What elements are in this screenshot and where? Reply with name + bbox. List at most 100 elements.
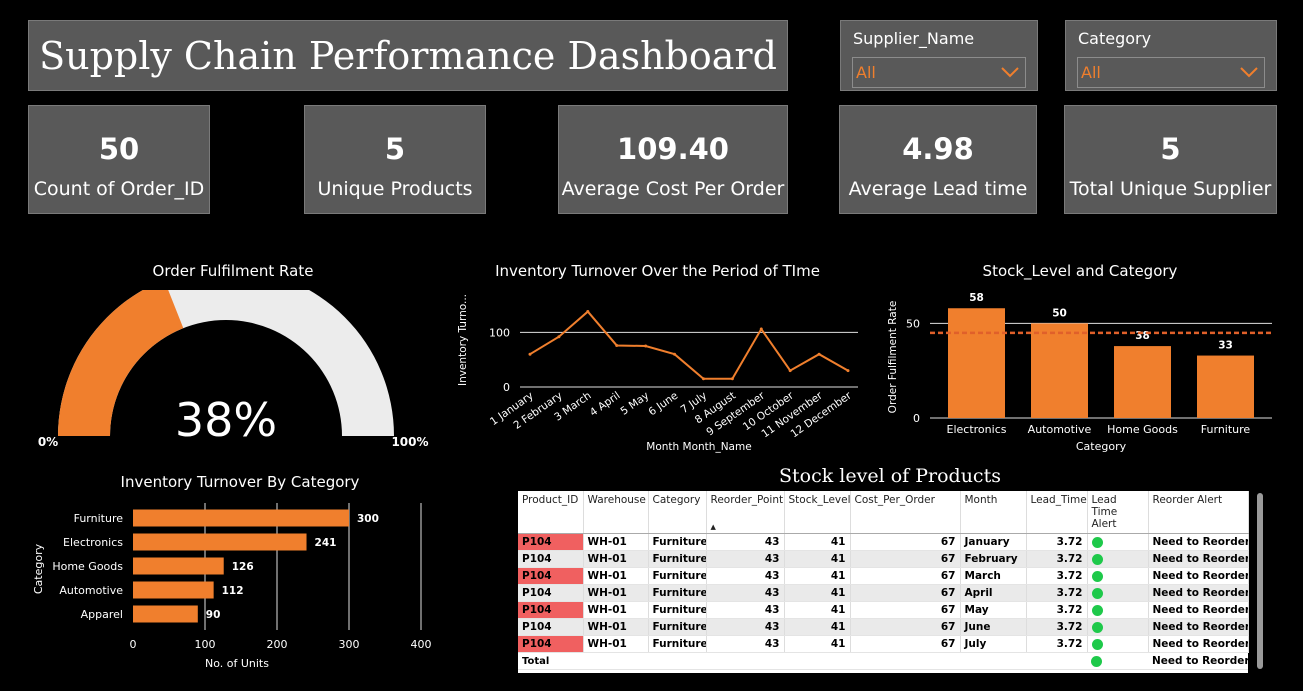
scrollbar-thumb[interactable]: [1257, 493, 1263, 669]
table-scrollbar[interactable]: [1256, 491, 1264, 671]
y-tick-label: 0: [503, 381, 510, 394]
category-dropdown[interactable]: All: [1077, 57, 1265, 88]
column-header[interactable]: Category: [648, 491, 707, 534]
column-header[interactable]: Warehouse: [583, 491, 649, 534]
kpi-value: 109.40: [617, 132, 729, 166]
table-cell: 41: [784, 567, 851, 585]
column-header[interactable]: Product_ID: [518, 491, 584, 534]
table-row[interactable]: P104 WH-01 Furniture 43 41 67 March 3.72 Need to…: [518, 567, 1249, 585]
table-title: Stock level of Products: [779, 465, 1001, 487]
column-header[interactable]: Reorder Alert: [1148, 491, 1249, 534]
table-cell: 3.72: [1026, 618, 1088, 636]
table-cell: [1087, 567, 1149, 585]
data-point: [730, 377, 734, 381]
table-cell: WH-01: [583, 584, 649, 602]
y-tick-label: Automotive: [59, 584, 123, 597]
table-cell: 43: [706, 635, 785, 653]
supplier-name-slicer: Supplier_Name All: [840, 20, 1038, 91]
inventory-by-category-bar-chart: 0 100 200 300 400 300 Furniture 241 Electronics 1…: [32, 503, 432, 670]
total-reorder-alert: Need to Reorder: [1148, 652, 1248, 670]
chevron-down-icon: [1240, 67, 1258, 78]
bar: [1114, 346, 1171, 418]
x-tick-label: Electronics: [947, 423, 1007, 436]
y-tick-label: Home Goods: [52, 560, 123, 573]
table-row[interactable]: P104 WH-01 Furniture 43 41 67 July 3.72 Need to …: [518, 635, 1249, 653]
table-cell: Furniture: [648, 533, 707, 551]
column-header[interactable]: Reorder_Point ▲: [706, 491, 785, 534]
x-tick-label: Furniture: [1201, 423, 1251, 436]
x-axis-label: Category: [1076, 440, 1127, 453]
kpi-value: 5: [1160, 132, 1181, 166]
supplier-name-dropdown[interactable]: All: [852, 57, 1026, 88]
table-cell: 43: [706, 618, 785, 636]
sort-ascending-icon[interactable]: ▲: [711, 523, 716, 531]
table-row[interactable]: P104 WH-01 Furniture 43 41 67 January 3.72 Need …: [518, 533, 1249, 551]
x-tick-label: 400: [411, 638, 432, 651]
bar: [1197, 355, 1254, 418]
y-tick-label: Apparel: [81, 608, 123, 621]
column-header[interactable]: Month: [960, 491, 1027, 534]
table-cell: Furniture: [648, 601, 707, 619]
stock-level-table: Product_ID Warehouse Category Reorder_Point…: [518, 491, 1249, 670]
data-point: [557, 335, 561, 339]
table-cell: [1087, 618, 1149, 636]
table-cell: 67: [850, 635, 961, 653]
column-header[interactable]: Lead_Time: [1026, 491, 1088, 534]
gauge-value: 38%: [175, 393, 277, 447]
kpi-label: Count of Order_ID: [33, 178, 205, 200]
table-header-row: Product_ID Warehouse Category Reorder_Point…: [518, 491, 1249, 534]
table-cell: May: [960, 601, 1027, 619]
stock-level-bar-chart: 05058Electronics50Automotive38Home Goods…: [887, 292, 1272, 453]
kpi-value: 50: [98, 132, 140, 166]
inventory-turnover-line-chart: 01001 January2 February3 March4 April5 M…: [457, 294, 858, 453]
category-slicer: Category All: [1065, 20, 1277, 91]
table-row[interactable]: P104 WH-01 Furniture 43 41 67 June 3.72 Need to …: [518, 618, 1249, 636]
table-total-row: Total Need to Reorder: [518, 652, 1248, 670]
column-header[interactable]: Cost_Per_Order: [850, 491, 961, 534]
table-cell: P104: [518, 618, 584, 636]
data-point: [615, 343, 619, 347]
table-cell: Furniture: [648, 567, 707, 585]
table-cell: Furniture: [648, 550, 707, 568]
table-row[interactable]: P104 WH-01 Furniture 43 41 67 April 3.72 Need to…: [518, 584, 1249, 602]
data-label: 126: [232, 561, 254, 573]
table-cell: P104: [518, 584, 584, 602]
table-cell: Need to Reorder: [1148, 601, 1249, 619]
table-cell: P104: [518, 601, 584, 619]
table-cell: 41: [784, 635, 851, 653]
table-cell: P104: [518, 550, 584, 568]
y-tick-label: 100: [489, 326, 510, 339]
y-tick-label: 0: [913, 412, 920, 425]
kpi-label: Average Cost Per Order: [561, 178, 785, 200]
data-point: [788, 369, 792, 373]
column-header[interactable]: Lead Time Alert: [1087, 491, 1149, 534]
dashboard-title-box: Supply Chain Performance Dashboard: [28, 20, 788, 91]
table-cell: 3.72: [1026, 533, 1088, 551]
table-cell: January: [960, 533, 1027, 551]
table-row[interactable]: P104 WH-01 Furniture 43 41 67 February 3.72 Need…: [518, 550, 1249, 568]
data-label: 300: [357, 513, 379, 525]
total-label: Total: [518, 652, 583, 670]
table-cell: 41: [784, 584, 851, 602]
table-cell: 43: [706, 550, 785, 568]
table-row[interactable]: P104 WH-01 Furniture 43 41 67 May 3.72 Need to R…: [518, 601, 1249, 619]
status-ok-icon: [1091, 621, 1103, 633]
table-cell: Need to Reorder: [1148, 567, 1249, 585]
x-tick-label: 0: [130, 638, 137, 651]
column-header[interactable]: Stock_Level: [784, 491, 851, 534]
table-cell: 67: [850, 567, 961, 585]
table-cell: 43: [706, 533, 785, 551]
category-value: All: [1081, 63, 1101, 82]
table-cell: 41: [784, 533, 851, 551]
x-tick-label: Home Goods: [1107, 423, 1178, 436]
data-point: [759, 327, 763, 331]
data-point: [644, 344, 648, 348]
data-point: [528, 352, 532, 356]
bar: [133, 557, 224, 575]
y-axis-label: Order Fulfilment Rate: [887, 301, 899, 414]
kpi-card-order-count: 50 Count of Order_ID: [28, 105, 210, 214]
table-cell: Need to Reorder: [1148, 550, 1249, 568]
table-cell: [1087, 533, 1149, 551]
y-axis-label: Inventory Turno...: [457, 294, 469, 386]
table-cell: P104: [518, 567, 584, 585]
